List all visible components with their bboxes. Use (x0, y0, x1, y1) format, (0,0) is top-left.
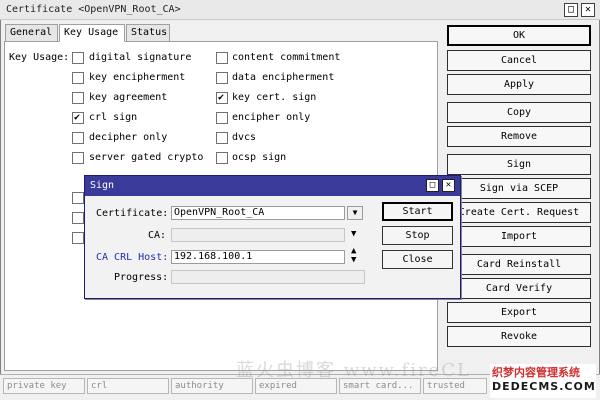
checkbox-hidden[interactable] (72, 212, 84, 224)
checkbox-key-agreement[interactable] (72, 92, 84, 104)
checkbox-ocsp-sign[interactable] (216, 152, 228, 164)
certificate-label: Certificate: (96, 208, 169, 219)
sign-via-scep-button[interactable]: Sign via SCEP (447, 178, 591, 199)
checkbox-label: key cert. sign (232, 92, 317, 103)
status-crl: crl (87, 378, 169, 394)
crl-host-label: CA CRL Host: (96, 252, 169, 263)
crl-host-field[interactable]: 192.168.100.1 (171, 250, 345, 264)
checkbox-label: ocsp sign (232, 152, 287, 163)
checkbox-label: crl sign (89, 112, 138, 123)
revoke-button[interactable]: Revoke (447, 326, 591, 347)
cancel-button[interactable]: Cancel (447, 50, 591, 71)
checkbox-encipher-only[interactable] (216, 112, 228, 124)
tab-key-usage[interactable]: Key Usage (59, 24, 125, 42)
key-usage-label: Key Usage: (9, 52, 70, 63)
checkbox-label: digital signature (89, 52, 192, 63)
status-private-key: private key (3, 378, 85, 394)
checkbox-label: encipher only (232, 112, 311, 123)
ca-label: CA: (148, 230, 167, 241)
stop-button[interactable]: Stop (382, 226, 453, 245)
ca-dropdown-icon[interactable]: ▼ (351, 229, 356, 239)
sign-button[interactable]: Sign (447, 154, 591, 175)
tab-general[interactable]: General (5, 24, 58, 42)
checkbox-content-commitment[interactable] (216, 52, 228, 64)
ca-field[interactable] (171, 228, 345, 242)
close-icon[interactable]: ✕ (581, 3, 595, 17)
checkbox-label: server gated crypto (89, 152, 204, 163)
checkbox-digital-signature[interactable] (72, 52, 84, 64)
dialog-maximize-icon[interactable]: □ (426, 179, 439, 192)
checkbox-crl-sign[interactable] (72, 112, 84, 124)
export-button[interactable]: Export (447, 302, 591, 323)
checkbox-label: decipher only (89, 132, 168, 143)
checkbox-server-gated-crypto[interactable] (72, 152, 84, 164)
checkbox-key-cert-sign[interactable] (216, 92, 228, 104)
checkbox-dvcs[interactable] (216, 132, 228, 144)
close-button[interactable]: Close (382, 250, 453, 269)
import-button[interactable]: Import (447, 226, 591, 247)
checkbox-key-encipherment[interactable] (72, 72, 84, 84)
spinner-icon[interactable]: ▲ ▼ (351, 247, 356, 265)
progress-label: Progress: (114, 272, 169, 283)
copy-button[interactable]: Copy (447, 102, 591, 123)
watermark-brand-en: DEDECMS.COM (492, 380, 596, 393)
checkbox-label: data encipherment (232, 72, 335, 83)
window-title: Certificate <OpenVPN_Root_CA> (6, 4, 181, 15)
maximize-icon[interactable]: □ (564, 3, 578, 17)
checkbox-decipher-only[interactable] (72, 132, 84, 144)
apply-button[interactable]: Apply (447, 74, 591, 95)
checkbox-label: key encipherment (89, 72, 186, 83)
create-cert-request-button[interactable]: Create Cert. Request (447, 202, 591, 223)
remove-button[interactable]: Remove (447, 126, 591, 147)
checkbox-label: key agreement (89, 92, 168, 103)
progress-field (171, 270, 365, 284)
checkbox-hidden[interactable] (72, 192, 84, 204)
card-reinstall-button[interactable]: Card Reinstall (447, 254, 591, 275)
sign-dialog-titlebar (85, 176, 460, 196)
checkbox-hidden[interactable] (72, 232, 84, 244)
checkbox-label: content commitment (232, 52, 341, 63)
card-verify-button[interactable]: Card Verify (447, 278, 591, 299)
watermark-brand-cn: 织梦内容管理系统 (492, 366, 580, 379)
checkbox-data-encipherment[interactable] (216, 72, 228, 84)
dropdown-icon[interactable]: ▼ (347, 206, 363, 220)
watermark-logo: 织梦内容管理系统 DEDECMS.COM (490, 364, 596, 398)
dialog-close-icon[interactable]: ✕ (442, 179, 455, 192)
certificate-field[interactable]: OpenVPN_Root_CA (171, 206, 345, 220)
tab-status[interactable]: Status (126, 24, 170, 42)
start-button[interactable]: Start (382, 202, 453, 221)
watermark-text: 蓝火虫博客 www.fireCL (236, 360, 471, 381)
checkbox-label: dvcs (232, 132, 257, 143)
sign-dialog-title: Sign (90, 180, 115, 191)
ok-button[interactable]: OK (447, 25, 591, 46)
